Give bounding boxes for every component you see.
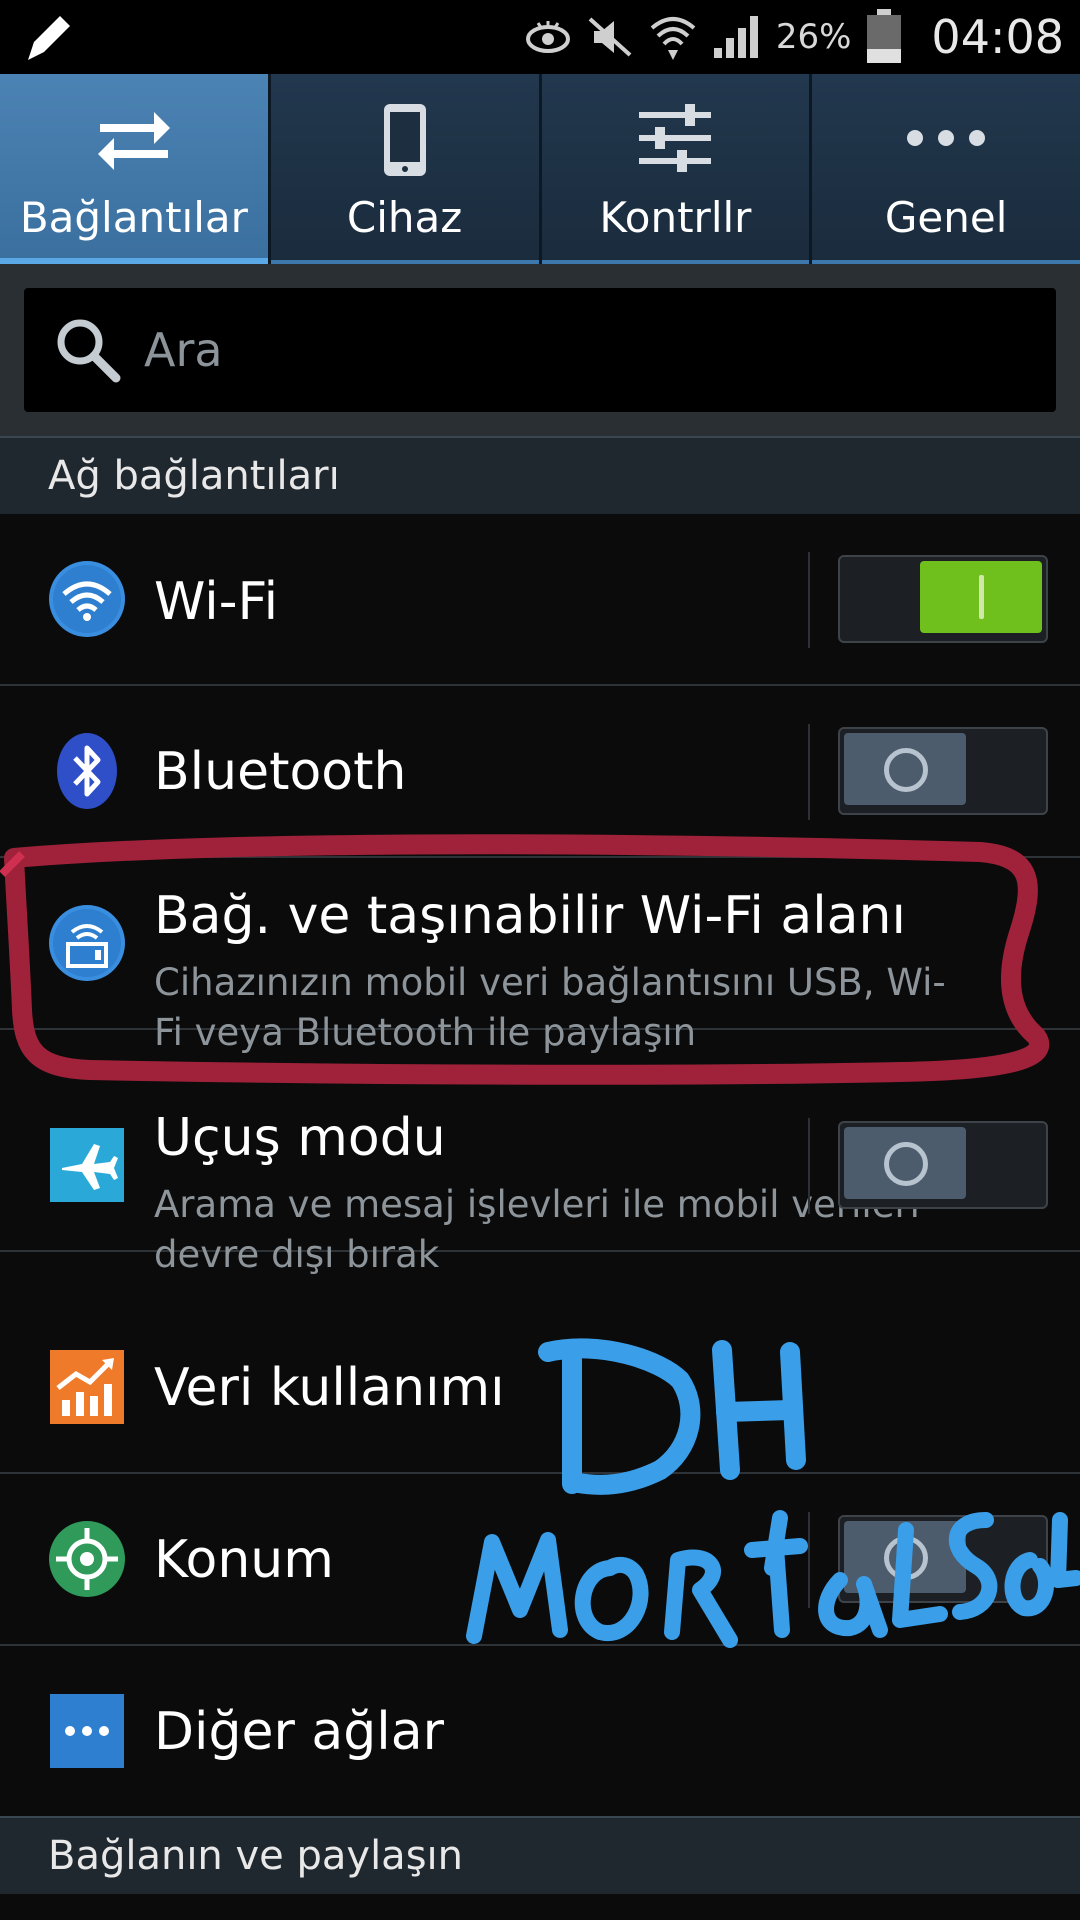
tab-device[interactable]: Cihaz: [270, 74, 542, 264]
divider: [808, 1118, 810, 1214]
list-item-hotspot[interactable]: Bağ. ve taşınabilir Wi-Fi alanı Cihazını…: [0, 858, 1080, 1054]
item-title: Konum: [154, 1530, 334, 1590]
section-header-network: Ağ bağlantıları: [0, 436, 1080, 514]
search-area: [0, 264, 1080, 436]
search-box[interactable]: [24, 288, 1056, 412]
list-item-airplane-mode[interactable]: Uçuş modu Arama ve mesaj işlevleri ile m…: [0, 1080, 1080, 1276]
wifi-toggle[interactable]: [838, 555, 1048, 643]
list-item-bluetooth[interactable]: Bluetooth: [0, 686, 1080, 858]
eye-icon: [525, 21, 570, 53]
list-item-wifi[interactable]: Wi-Fi: [0, 514, 1080, 686]
tab-label: Kontrllr: [599, 193, 752, 242]
more-networks-icon: [50, 1694, 124, 1768]
tab-label: Genel: [884, 193, 1008, 242]
location-icon: [49, 1521, 125, 1597]
list-item-location[interactable]: Konum: [0, 1474, 1080, 1646]
section-header-label: Bağlanın ve paylaşın: [48, 1833, 463, 1879]
more-dots-icon: [907, 130, 986, 146]
divider: [808, 724, 810, 820]
item-title: Uçuş modu: [154, 1108, 446, 1168]
location-toggle[interactable]: [838, 1515, 1048, 1603]
data-usage-icon: [50, 1350, 124, 1424]
battery-percent: 26%: [775, 17, 852, 57]
battery-icon: [867, 9, 902, 63]
item-title: Bağ. ve taşınabilir Wi-Fi alanı: [154, 886, 906, 946]
list-item-other-networks[interactable]: Diğer ağlar: [0, 1646, 1080, 1818]
settings-tabs: Bağlantılar Cihaz Kontrllr Genel: [0, 74, 1080, 264]
tab-connections[interactable]: Bağlantılar: [0, 74, 271, 264]
mute-icon: [588, 17, 632, 57]
item-title: Veri kullanımı: [154, 1358, 505, 1418]
wifi-icon: [49, 561, 125, 637]
tab-controls[interactable]: Kontrllr: [541, 74, 813, 264]
section-header-label: Ağ bağlantıları: [48, 453, 340, 499]
item-title: Bluetooth: [154, 742, 407, 802]
airplane-icon: [50, 1128, 124, 1202]
toggle-knob: [920, 561, 1042, 633]
swap-arrows-icon: [97, 112, 170, 170]
divider: [808, 1512, 810, 1608]
toggle-knob: [844, 1521, 966, 1593]
signal-icon: [713, 16, 758, 58]
toggle-knob: [844, 1127, 966, 1199]
tab-label: Cihaz: [346, 193, 463, 242]
item-subtitle: Cihazınızın mobil veri bağlantısını USB,…: [154, 961, 946, 1054]
edit-pencil-icon: [28, 16, 70, 60]
airplane-mode-toggle[interactable]: [838, 1121, 1048, 1209]
hotspot-icon: [49, 905, 125, 981]
toggle-knob: [844, 733, 966, 805]
list-item-data-usage[interactable]: Veri kullanımı: [0, 1302, 1080, 1474]
bluetooth-toggle[interactable]: [838, 727, 1048, 815]
item-title: Wi-Fi: [154, 572, 279, 632]
clock: 04:08: [931, 10, 1064, 64]
wifi-status-icon: [650, 17, 696, 60]
item-title: Diğer ağlar: [154, 1702, 444, 1762]
bluetooth-icon: [57, 733, 117, 809]
section-header-connect-share: Bağlanın ve paylaşın: [0, 1816, 1080, 1894]
status-bar: 26% 04:08: [0, 0, 1080, 74]
search-input[interactable]: [142, 322, 996, 378]
search-icon: [57, 319, 121, 383]
sliders-icon: [639, 104, 712, 172]
tab-general[interactable]: Genel: [812, 74, 1080, 264]
phone-icon: [383, 104, 426, 176]
tab-label: Bağlantılar: [19, 193, 248, 242]
divider: [808, 552, 810, 648]
